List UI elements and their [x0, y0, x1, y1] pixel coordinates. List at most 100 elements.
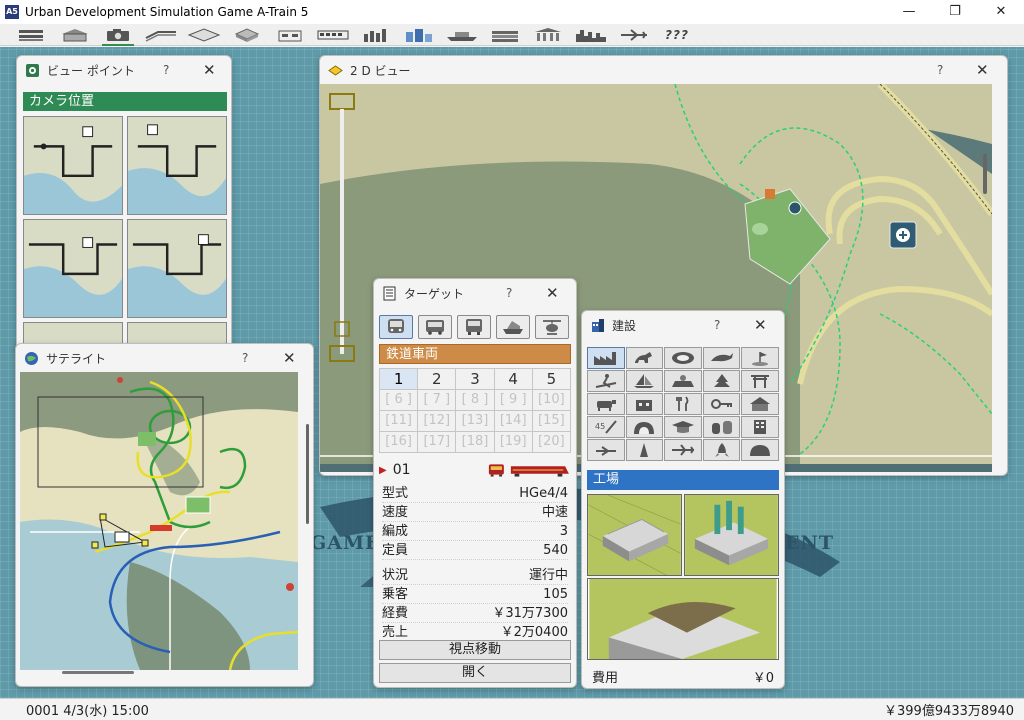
skyline-icon[interactable] — [571, 27, 611, 43]
view2d-header[interactable]: 2 D ビュー ? ✕ — [320, 56, 1007, 84]
fork-knife-icon — [676, 396, 689, 411]
tower-category-button[interactable] — [625, 439, 664, 461]
city-icon[interactable] — [399, 27, 439, 43]
camera-thumbnail[interactable] — [127, 219, 227, 318]
menu-list-icon[interactable] — [12, 27, 52, 43]
view2d-help-button[interactable]: ? — [937, 63, 943, 77]
info-row: 定員 540 — [382, 541, 568, 560]
university-category-button[interactable] — [664, 416, 702, 438]
factory-preview-2[interactable] — [684, 494, 779, 576]
station-icon[interactable] — [55, 27, 95, 43]
locomotive-icon — [488, 464, 504, 477]
selected-marker-icon: ▶ — [379, 464, 387, 476]
restaurant-category-button[interactable] — [664, 393, 702, 415]
camera-position-label: カメラ位置 — [23, 92, 227, 111]
school-category-button[interactable] — [625, 393, 664, 415]
golf-category-button[interactable] — [741, 347, 779, 369]
info-row: 乗客 105 — [382, 585, 568, 604]
vehicle-number-cell: [12] — [418, 411, 456, 431]
facility-icon[interactable] — [270, 27, 310, 43]
vehicle-number-cell: [14] — [494, 411, 532, 431]
factory-category-button[interactable] — [587, 347, 625, 369]
ski-category-button[interactable] — [587, 370, 625, 392]
terrain-icon[interactable] — [184, 27, 224, 43]
vehicle-number-cell[interactable]: 5 — [532, 369, 570, 389]
vehicle-number-cell[interactable]: 3 — [456, 369, 494, 389]
maximize-button[interactable]: ❐ — [932, 0, 978, 24]
stadium-icon — [671, 352, 694, 364]
building-category-grid: 45 — [587, 347, 779, 461]
building-icon[interactable] — [227, 27, 267, 43]
vehicle-number-cell[interactable]: 4 — [494, 369, 532, 389]
rocket-category-button[interactable] — [702, 439, 741, 461]
yacht-category-button[interactable] — [625, 370, 664, 392]
tank-icon — [711, 421, 732, 434]
truck-type-button[interactable] — [457, 315, 491, 339]
close-button[interactable]: ✕ — [978, 0, 1024, 24]
track-icon[interactable] — [141, 27, 181, 43]
info-label: 編成 — [382, 524, 409, 539]
satellite-horizontal-scrollbar[interactable] — [62, 671, 134, 674]
minimize-button[interactable]: — — [886, 0, 932, 24]
forest-category-button[interactable] — [702, 370, 741, 392]
satellite-map[interactable] — [20, 372, 298, 670]
helicopter-type-button[interactable] — [535, 315, 569, 339]
factory-preview-1[interactable] — [587, 494, 682, 576]
tunnel-category-button[interactable] — [625, 416, 664, 438]
stadium-category-button[interactable] — [664, 347, 702, 369]
dolphin-icon — [710, 353, 733, 362]
satellite-header[interactable]: サテライト ? ✕ — [16, 344, 313, 372]
view2d-close-button[interactable]: ✕ — [976, 61, 989, 79]
satellite-scrollbar[interactable] — [306, 424, 309, 524]
target-help-button[interactable]: ? — [506, 286, 512, 300]
camera-thumbnail[interactable] — [127, 116, 227, 215]
factory-preview-3[interactable] — [587, 578, 779, 660]
camera-thumbnail[interactable] — [23, 116, 123, 215]
dome-category-button[interactable] — [741, 439, 779, 461]
airplane-icon[interactable] — [614, 27, 654, 43]
info-row: 状況 運行中 — [382, 566, 568, 585]
camera-icon[interactable] — [98, 27, 138, 46]
bus-type-button[interactable] — [418, 315, 452, 339]
train-icon[interactable] — [313, 27, 353, 43]
vehicle-number-cell[interactable]: 2 — [418, 369, 456, 389]
satellite-help-button[interactable]: ? — [242, 351, 248, 365]
stock-chart-icon[interactable] — [356, 27, 396, 43]
satellite-close-button[interactable]: ✕ — [283, 349, 296, 367]
satellite-title: サテライト — [46, 351, 107, 366]
airplane-category-button[interactable] — [664, 439, 702, 461]
ship-type-button[interactable] — [496, 315, 530, 339]
highway-category-button[interactable]: 45 — [587, 416, 625, 438]
target-close-button[interactable]: ✕ — [546, 284, 559, 302]
gas-tank-category-button[interactable] — [702, 416, 741, 438]
construction-help-button[interactable]: ? — [714, 318, 720, 332]
tree-icon — [713, 374, 730, 387]
horse-racing-category-button[interactable] — [625, 347, 664, 369]
info-label: 定員 — [382, 543, 409, 558]
open-button[interactable]: 開く — [379, 663, 571, 683]
farm-category-button[interactable] — [587, 393, 625, 415]
target-header[interactable]: ターゲット ? ✕ — [374, 279, 576, 307]
viewpoint-header[interactable]: ビュー ポイント ? ✕ — [17, 56, 231, 84]
shrine-category-button[interactable] — [741, 370, 779, 392]
view2d-title: 2 D ビュー — [350, 63, 411, 78]
money-icon[interactable] — [485, 27, 525, 43]
aquarium-category-button[interactable] — [702, 347, 741, 369]
vehicle-number-cell[interactable]: 1 — [380, 369, 418, 389]
construction-header[interactable]: 建設 ? ✕ — [582, 311, 784, 339]
viewpoint-close-button[interactable]: ✕ — [203, 61, 216, 79]
airport-category-button[interactable] — [587, 439, 625, 461]
move-viewpoint-button[interactable]: 視点移動 — [379, 640, 571, 660]
office-category-button[interactable] — [741, 416, 779, 438]
park-category-button[interactable] — [664, 370, 702, 392]
bank-icon[interactable] — [528, 27, 568, 43]
house-category-button[interactable] — [741, 393, 779, 415]
ship-icon[interactable] — [442, 27, 482, 43]
train-type-button[interactable] — [379, 315, 413, 339]
help-icon[interactable]: ??? — [657, 27, 697, 43]
camera-thumbnail[interactable] — [23, 219, 123, 318]
vehicle-number-cell: [ 9 ] — [494, 390, 532, 410]
hotel-category-button[interactable] — [702, 393, 741, 415]
construction-close-button[interactable]: ✕ — [754, 316, 767, 334]
viewpoint-help-button[interactable]: ? — [163, 63, 169, 77]
